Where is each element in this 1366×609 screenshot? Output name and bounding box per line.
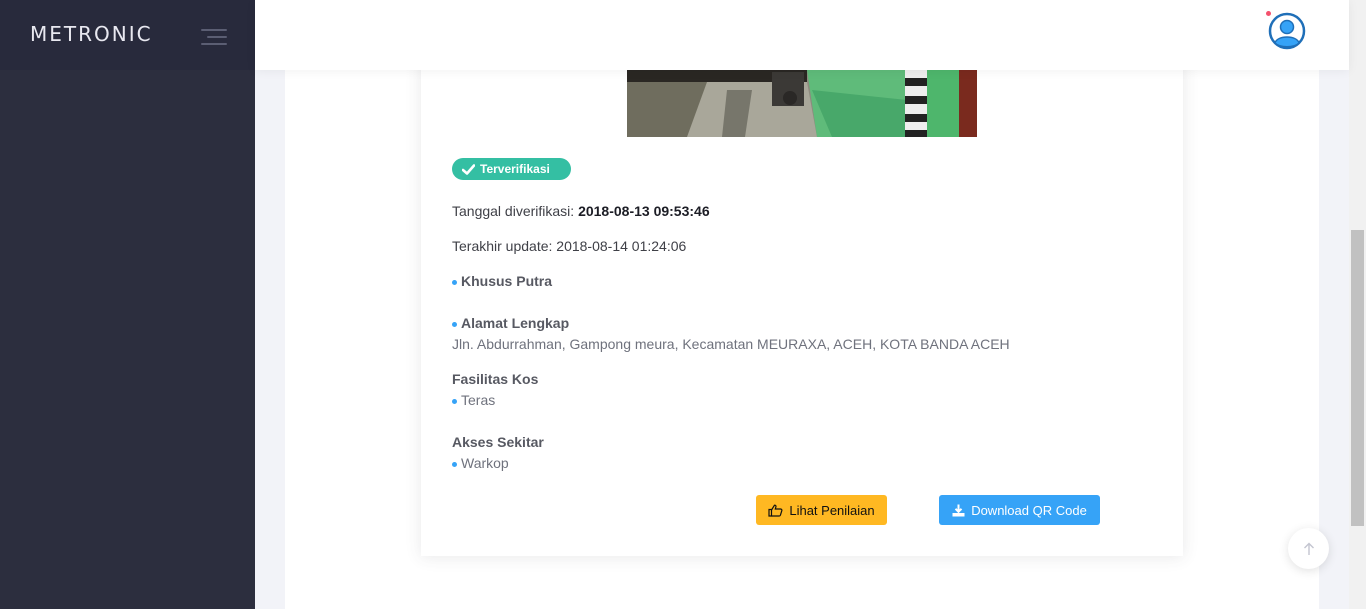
bullet-icon: [452, 461, 457, 467]
brand-bar: METRONIC: [0, 0, 255, 70]
notification-dot: [1266, 11, 1271, 16]
view-rating-label: Lihat Penilaian: [789, 502, 875, 518]
download-qr-label: Download QR Code: [971, 502, 1087, 518]
address-heading: Alamat Lengkap: [452, 315, 569, 331]
download-qr-button[interactable]: Download QR Code: [939, 495, 1100, 525]
kos-photo: [627, 70, 977, 137]
user-avatar-icon[interactable]: [1268, 12, 1306, 50]
verified-badge: Terverifikasi: [452, 158, 571, 180]
bullet-icon: [452, 279, 457, 285]
access-heading: Akses Sekitar: [452, 434, 544, 450]
check-icon: [462, 163, 475, 175]
view-rating-button[interactable]: Lihat Penilaian: [756, 495, 887, 525]
bullet-icon: [452, 398, 457, 404]
kos-type-label: Khusus Putra: [461, 273, 553, 289]
thumbs-up-icon: [768, 504, 783, 517]
top-bar: [255, 0, 1349, 70]
facility-item: Teras: [452, 392, 495, 408]
verified-badge-label: Terverifikasi: [480, 162, 550, 176]
scroll-top-button[interactable]: [1288, 528, 1329, 569]
address-heading-label: Alamat Lengkap: [461, 315, 570, 331]
arrow-up-icon: [1303, 542, 1314, 555]
scrollbar-thumb[interactable]: [1351, 230, 1364, 526]
address-value: Jln. Abdurrahman, Gampong meura, Kecamat…: [452, 336, 1010, 352]
facilities-heading: Fasilitas Kos: [452, 371, 539, 387]
hamburger-icon[interactable]: [197, 26, 227, 48]
verified-date-value: 2018-08-13 09:53:46: [578, 203, 710, 219]
bullet-icon: [452, 321, 457, 327]
access-item-label: Warkop: [461, 455, 509, 471]
last-update: Terakhir update: 2018-08-14 01:24:06: [452, 238, 687, 254]
download-icon: [952, 504, 965, 516]
access-item: Warkop: [452, 455, 509, 471]
verified-date: Tanggal diverifikasi: 2018-08-13 09:53:4…: [452, 203, 710, 219]
sidebar: [0, 0, 255, 609]
kos-type: Khusus Putra: [452, 273, 552, 289]
facility-item-label: Teras: [461, 392, 496, 408]
brand-logo[interactable]: METRONIC: [30, 22, 153, 46]
verified-date-label: Tanggal diverifikasi:: [452, 203, 579, 219]
